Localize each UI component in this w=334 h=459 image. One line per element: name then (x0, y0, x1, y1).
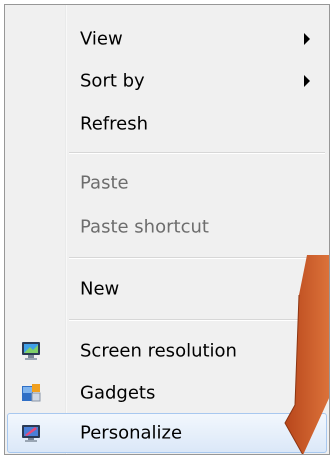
menu-item-label: Paste (80, 172, 129, 194)
gadgets-icon (20, 382, 42, 404)
menu-separator (69, 257, 325, 259)
submenu-arrow-icon (304, 283, 310, 295)
monitor-icon (20, 340, 42, 362)
personalize-icon (20, 422, 42, 444)
menu-item-screen-resolution[interactable]: Screen resolution (7, 331, 327, 371)
menu-item-label: New (80, 278, 120, 300)
submenu-arrow-icon (304, 75, 310, 87)
menu-item-view[interactable]: View (7, 19, 327, 59)
menu-item-personalize[interactable]: Personalize (7, 413, 327, 453)
menu-item-label: View (80, 28, 123, 50)
menu-separator (69, 319, 325, 321)
menu-item-label: Paste shortcut (80, 216, 209, 238)
menu-item-paste-shortcut: Paste shortcut (7, 207, 327, 247)
menu-item-refresh[interactable]: Refresh (7, 104, 327, 144)
menu-item-new[interactable]: New (7, 269, 327, 309)
menu-item-label: Gadgets (80, 382, 156, 404)
menu-item-paste: Paste (7, 163, 327, 203)
menu-item-gadgets[interactable]: Gadgets (7, 373, 327, 413)
menu-item-label: Refresh (80, 113, 148, 135)
menu-item-label: Personalize (80, 422, 183, 444)
menu-item-label: Screen resolution (80, 340, 237, 362)
menu-separator (69, 152, 325, 154)
desktop-context-menu: View Sort by Refresh Paste Paste shortcu… (4, 4, 330, 455)
submenu-arrow-icon (304, 33, 310, 45)
menu-item-sort-by[interactable]: Sort by (7, 61, 327, 101)
menu-item-label: Sort by (80, 70, 145, 92)
